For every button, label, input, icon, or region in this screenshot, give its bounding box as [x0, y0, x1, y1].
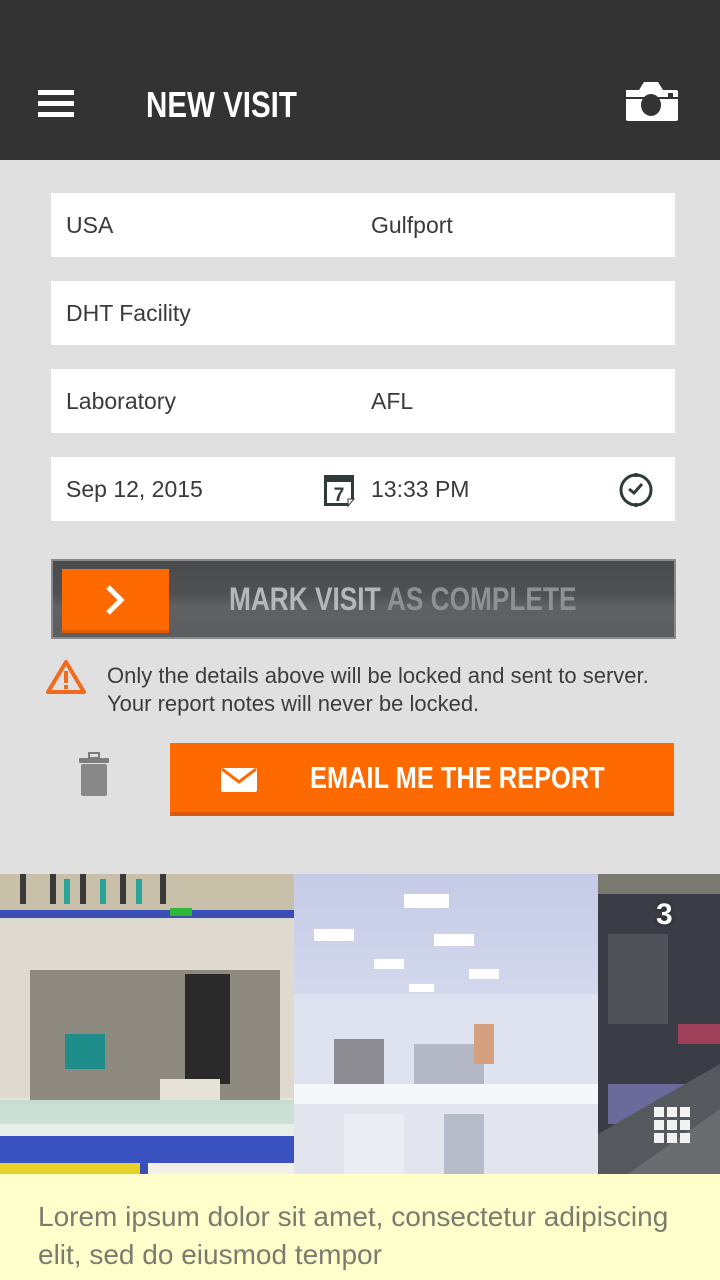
city-field[interactable]: Gulfport	[371, 193, 453, 257]
menu-line	[38, 90, 74, 95]
facility-field[interactable]: DHT Facility	[66, 281, 191, 345]
lab-room-photo[interactable]	[294, 874, 598, 1174]
email-report-button[interactable]: EMAIL ME THE REPORT	[170, 743, 674, 816]
date-field[interactable]: Sep 12, 2015	[66, 457, 203, 521]
page-title: NEW VISIT	[146, 84, 297, 125]
facility-row: DHT Facility	[51, 281, 675, 345]
area-field[interactable]: Laboratory	[66, 369, 176, 433]
report-notes-text[interactable]: Lorem ipsum dolor sit amet, consectetur …	[38, 1198, 688, 1274]
email-report-label: EMAIL ME THE REPORT	[310, 760, 605, 795]
trash-icon[interactable]	[76, 752, 112, 798]
photo-gallery	[0, 874, 720, 1174]
mark-complete-label-strong: MARK VISIT	[229, 581, 381, 617]
grid-icon[interactable]	[654, 1107, 690, 1143]
chevron-right-icon	[106, 585, 125, 615]
mark-complete-label: MARK VISIT AS COMPLETE	[229, 561, 576, 637]
svg-text:7: 7	[334, 485, 345, 506]
location-row: USA Gulfport	[51, 193, 675, 257]
report-notes[interactable]: Lorem ipsum dolor sit amet, consectetur …	[0, 1174, 720, 1280]
area-code-field[interactable]: AFL	[371, 369, 413, 433]
warning-triangle-icon	[44, 658, 88, 696]
calendar-icon[interactable]: 7	[322, 472, 356, 508]
menu-line	[38, 112, 74, 117]
menu-line	[38, 101, 74, 106]
envelope-icon	[221, 767, 257, 792]
area-row: Laboratory AFL	[51, 369, 675, 433]
mark-visit-complete-slider[interactable]: MARK VISIT AS COMPLETE	[51, 559, 676, 639]
country-field[interactable]: USA	[66, 193, 113, 257]
clock-icon[interactable]	[617, 471, 655, 509]
slider-handle[interactable]	[62, 569, 169, 633]
mark-complete-label-dim: AS COMPLETE	[386, 581, 577, 617]
warning-text: Only the details above will be locked an…	[107, 663, 649, 716]
camera-icon[interactable]	[622, 78, 680, 124]
time-field[interactable]: 13:33 PM	[371, 457, 469, 521]
datetime-row: Sep 12, 2015 7 13:33 PM	[51, 457, 675, 521]
hamburger-menu-icon[interactable]	[36, 90, 76, 120]
app-bar: NEW VISIT	[0, 0, 720, 160]
lab-bench-photo[interactable]	[0, 874, 294, 1174]
photo-count-badge: 3	[656, 898, 673, 931]
